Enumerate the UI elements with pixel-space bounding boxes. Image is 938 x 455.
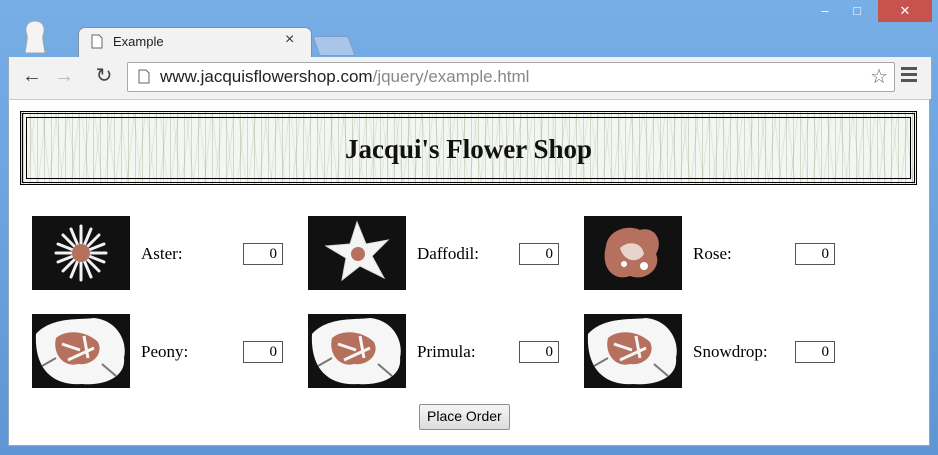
page-icon [91,34,103,49]
flower-label: Primula: [417,342,476,361]
url-path: /jquery/example.html [372,67,530,86]
flower-item: Daffodil: 0 [308,216,584,290]
address-bar[interactable]: www.jacquisflowershop.com/jquery/example… [127,62,895,92]
flower-item: Snowdrop: 0 [584,314,860,388]
flower-label: Rose: [693,244,732,263]
url-text[interactable]: www.jacquisflowershop.com/jquery/example… [160,67,529,87]
primula-icon [308,314,406,388]
page-banner: Jacqui's Flower Shop [20,111,917,185]
snowdrop-icon [584,314,682,388]
flower-item: Aster: 0 [32,216,308,290]
flower-item: Rose: 0 [584,216,860,290]
flower-row: Peony: 0 Primula: 0 Snowdrop: 0 [32,314,912,388]
flower-item: Primula: 0 [308,314,584,388]
new-tab-button[interactable] [312,36,356,56]
daffodil-quantity-input[interactable]: 0 [519,243,559,265]
reload-button[interactable]: ↻ [91,63,117,89]
flower-label: Peony: [141,342,189,361]
bookmark-star-icon[interactable]: ☆ [870,64,888,89]
flower-label: Snowdrop: [693,342,768,361]
browser-window: Example × – □ ✕ ← → ↻ www.jacquisflowers… [0,0,938,455]
tab-title: Example [113,34,164,49]
daffodil-icon [308,216,406,290]
aster-quantity-input[interactable]: 0 [243,243,283,265]
profile-icon[interactable] [22,20,48,54]
aster-icon [32,216,130,290]
back-button[interactable]: ← [19,63,45,89]
tab-example[interactable]: Example × [78,27,312,58]
primula-quantity-input[interactable]: 0 [519,341,559,363]
browser-toolbar: ← → ↻ www.jacquisflowershop.com/jquery/e… [8,57,932,99]
peony-icon [32,314,130,388]
menu-icon[interactable] [901,67,917,85]
peony-quantity-input[interactable]: 0 [243,341,283,363]
rose-icon [584,216,682,290]
forward-button[interactable]: → [51,63,77,89]
rose-quantity-input[interactable]: 0 [795,243,835,265]
flower-item: Peony: 0 [32,314,308,388]
flower-label: Aster: [141,244,183,263]
snowdrop-quantity-input[interactable]: 0 [795,341,835,363]
page-icon [138,69,150,84]
flower-row: Aster: 0 Daffodil: 0 Rose: 0 [32,216,912,290]
tab-strip: Example × – □ ✕ [0,0,938,58]
page-viewport: Jacqui's Flower Shop Aster: 0 Daffodil: … [8,99,930,446]
flower-label: Daffodil: [417,244,480,263]
maximize-button[interactable]: □ [842,0,872,22]
close-window-button[interactable]: ✕ [878,0,932,22]
minimize-button[interactable]: – [810,0,840,22]
page-title: Jacqui's Flower Shop [344,134,593,164]
close-tab-icon[interactable]: × [285,31,294,49]
url-host: www.jacquisflowershop.com [160,67,373,86]
place-order-button[interactable]: Place Order [419,404,510,430]
